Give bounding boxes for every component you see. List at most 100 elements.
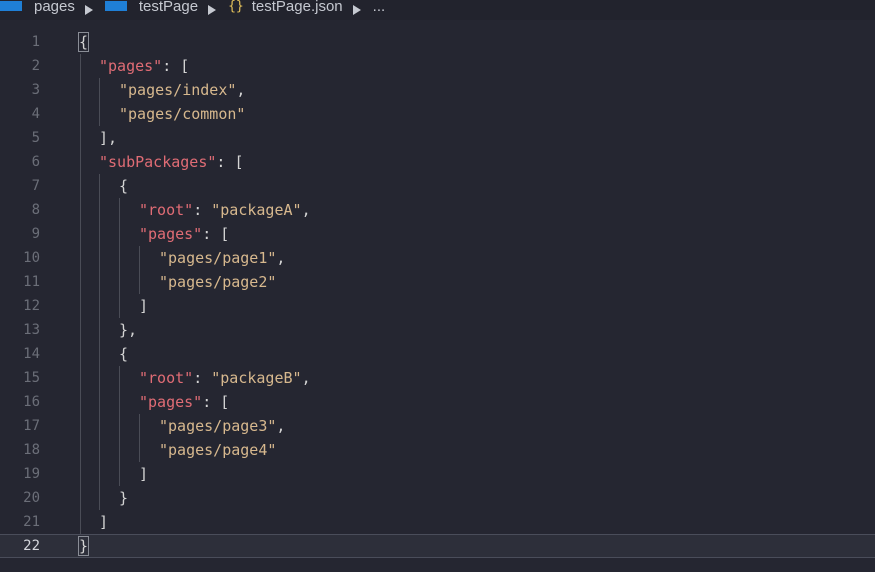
code-line[interactable]: 10 "pages/page1", xyxy=(0,246,875,270)
code-line[interactable]: 19] xyxy=(0,462,875,486)
code-line[interactable]: 21] xyxy=(0,510,875,534)
code-line[interactable]: 12] xyxy=(0,294,875,318)
line-number: 3 xyxy=(31,82,40,98)
json-string: "pages/index" xyxy=(119,81,237,99)
line-number: 7 xyxy=(31,178,40,194)
json-punctuation: : [ xyxy=(162,57,190,75)
code-line[interactable]: 1{ xyxy=(0,30,875,54)
breadcrumb-item-testpage-json[interactable]: {} testPage.json xyxy=(228,0,343,15)
code-line[interactable]: 3 "pages/index", xyxy=(0,78,875,102)
indent-guide xyxy=(99,78,100,126)
breadcrumb-item-testpage[interactable]: testPage xyxy=(104,0,199,15)
json-punctuation: { xyxy=(77,32,90,52)
code-line[interactable]: 8 "root": "packageA", xyxy=(0,198,875,222)
json-key: "pages" xyxy=(139,225,203,243)
code-line[interactable]: 4 "pages/common" xyxy=(0,102,875,126)
json-punctuation: }, xyxy=(119,321,138,339)
folder-icon xyxy=(104,1,127,11)
line-number: 4 xyxy=(31,106,40,122)
code-line[interactable]: 16 "pages": [ xyxy=(0,390,875,414)
code-line[interactable]: 22} xyxy=(0,534,875,558)
breadcrumb-ellipsis[interactable]: ... xyxy=(373,0,386,15)
code-editor[interactable]: 1{2 "pages": [3 "pages/index", 4 "pages/comm… xyxy=(0,30,875,558)
json-punctuation: : [ xyxy=(202,393,230,411)
json-punctuation: ] xyxy=(139,297,149,315)
json-punctuation: , xyxy=(276,249,286,267)
json-string: "pages/page3" xyxy=(159,417,277,435)
json-punctuation: ], xyxy=(99,129,118,147)
indent-guide xyxy=(139,414,140,462)
line-number: 12 xyxy=(23,298,40,314)
breadcrumb-label: pages xyxy=(34,0,75,15)
json-punctuation: ] xyxy=(139,465,149,483)
json-key: "subPackages" xyxy=(99,153,217,171)
json-string: "pages/common" xyxy=(119,105,246,123)
json-string: "packageA" xyxy=(211,201,302,219)
line-number: 14 xyxy=(23,346,40,362)
chevron-right-icon xyxy=(84,5,93,15)
code-text: "pages/page3", xyxy=(159,414,285,438)
code-text: } xyxy=(119,486,128,510)
code-text: } xyxy=(77,535,90,557)
code-text: "pages/common" xyxy=(119,102,245,126)
indent-guide xyxy=(139,246,140,294)
code-line[interactable]: 15 "root": "packageB", xyxy=(0,366,875,390)
code-text: { xyxy=(119,174,128,198)
json-punctuation: { xyxy=(119,345,129,363)
line-number: 11 xyxy=(23,274,40,290)
code-text: "pages": [ xyxy=(99,54,189,78)
line-number: 18 xyxy=(23,442,40,458)
json-punctuation: , xyxy=(301,369,311,387)
code-line[interactable]: 9 "pages": [ xyxy=(0,222,875,246)
code-line[interactable]: 6 "subPackages": [ xyxy=(0,150,875,174)
folder-icon xyxy=(0,1,22,11)
code-line[interactable]: 7{ xyxy=(0,174,875,198)
json-key: "pages" xyxy=(99,57,163,75)
line-number: 13 xyxy=(23,322,40,338)
indent-guide xyxy=(119,366,120,486)
json-punctuation: } xyxy=(77,536,90,556)
json-punctuation: : xyxy=(193,369,212,387)
code-line[interactable]: 11 "pages/page2" xyxy=(0,270,875,294)
code-text: "pages": [ xyxy=(139,222,229,246)
chevron-right-icon xyxy=(352,5,361,15)
indent-guide xyxy=(119,198,120,318)
code-text: "root": "packageA", xyxy=(139,198,311,222)
line-number: 20 xyxy=(23,490,40,506)
breadcrumb-label: testPage xyxy=(138,0,199,15)
json-key: "root" xyxy=(139,369,194,387)
code-text: "pages/index", xyxy=(119,78,245,102)
code-text: "pages/page2" xyxy=(159,270,276,294)
code-line[interactable]: 20} xyxy=(0,486,875,510)
code-line[interactable]: 17 "pages/page3", xyxy=(0,414,875,438)
code-line[interactable]: 13}, xyxy=(0,318,875,342)
json-key: "pages" xyxy=(139,393,203,411)
line-number: 17 xyxy=(23,418,40,434)
json-punctuation: { xyxy=(119,177,129,195)
line-number: 8 xyxy=(31,202,40,218)
json-string: "packageB" xyxy=(211,369,302,387)
line-number: 6 xyxy=(31,154,40,170)
line-number: 19 xyxy=(23,466,40,482)
json-punctuation: , xyxy=(301,201,311,219)
code-line[interactable]: 5], xyxy=(0,126,875,150)
json-string: "pages/page2" xyxy=(159,273,277,291)
json-punctuation: , xyxy=(276,417,286,435)
code-text: "pages/page4" xyxy=(159,438,276,462)
code-line[interactable]: 2 "pages": [ xyxy=(0,54,875,78)
code-text: "pages": [ xyxy=(139,390,229,414)
json-punctuation: } xyxy=(119,489,129,507)
breadcrumb-label: testPage.json xyxy=(251,0,343,15)
code-text: "subPackages": [ xyxy=(99,150,244,174)
json-punctuation: : [ xyxy=(202,225,230,243)
breadcrumb-item-pages[interactable]: pages xyxy=(0,0,75,15)
breadcrumb: pages testPage {} testPage.json ... xyxy=(0,0,875,20)
code-text: "pages/page1", xyxy=(159,246,285,270)
indent-guide xyxy=(80,54,81,534)
code-line[interactable]: 14 { xyxy=(0,342,875,366)
json-punctuation: ] xyxy=(99,513,109,531)
code-line[interactable]: 18 "pages/page4" xyxy=(0,438,875,462)
line-number: 2 xyxy=(31,58,40,74)
json-punctuation: , xyxy=(236,81,246,99)
json-string: "pages/page4" xyxy=(159,441,277,459)
